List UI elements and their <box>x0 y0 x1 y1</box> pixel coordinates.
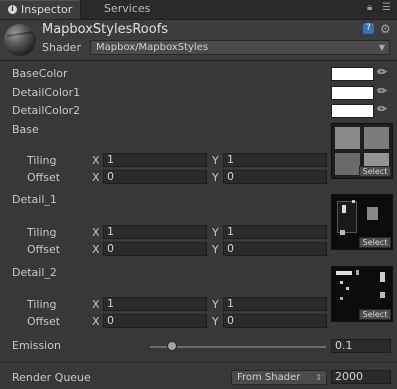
x-label: X <box>92 171 100 184</box>
texture-preview <box>380 272 385 282</box>
help-icon[interactable]: ? <box>363 23 374 34</box>
gear-icon[interactable]: ⚙ <box>380 22 391 36</box>
y-label: Y <box>212 298 219 311</box>
emission-label: Emission <box>12 339 61 352</box>
base-label: Base <box>12 123 39 136</box>
tab-services[interactable]: Services <box>96 0 158 19</box>
y-label: Y <box>212 154 219 167</box>
shader-value: Mapbox/MapboxStyles <box>96 42 209 53</box>
eyedropper-icon[interactable]: ✏ <box>377 84 387 98</box>
basecolor-label: BaseColor <box>12 67 68 80</box>
detail2-texture-slot[interactable]: Select <box>331 266 393 322</box>
emission-slider-thumb[interactable] <box>167 341 177 351</box>
detailcolor2-label: DetailColor2 <box>12 104 81 117</box>
tiling-label: Tiling <box>27 226 57 239</box>
tiling-label: Tiling <box>27 298 57 311</box>
detail2-tiling-x[interactable]: 1 <box>103 297 207 311</box>
y-label: Y <box>212 226 219 239</box>
shader-label: Shader <box>42 41 81 54</box>
lock-icon[interactable]: 🔒︎ <box>367 2 372 13</box>
base-tiling-x[interactable]: 1 <box>103 153 207 167</box>
base-texture-slot[interactable]: Select <box>331 123 393 179</box>
material-title: MapboxStylesRoofs <box>42 22 169 37</box>
render-queue-mode: From Shader <box>237 372 301 383</box>
detail1-texture-slot[interactable]: Select <box>331 194 393 250</box>
detail1-tiling-y[interactable]: 1 <box>223 225 327 239</box>
texture-preview <box>340 281 343 284</box>
detail2-label: Detail_2 <box>12 266 57 279</box>
select-button[interactable]: Select <box>359 237 391 248</box>
eyedropper-icon[interactable]: ✏ <box>377 65 387 79</box>
texture-preview <box>356 270 359 275</box>
divider <box>0 362 397 363</box>
select-button[interactable]: Select <box>359 166 391 177</box>
material-preview-icon <box>4 24 36 56</box>
info-icon: i <box>8 4 17 14</box>
tab-inspector[interactable]: i Inspector <box>0 0 82 19</box>
texture-preview <box>337 201 357 233</box>
detailcolor1-label: DetailColor1 <box>12 86 81 99</box>
tiling-label: Tiling <box>27 154 57 167</box>
detail1-offset-x[interactable]: 0 <box>103 242 207 256</box>
render-queue-label: Render Queue <box>12 371 91 384</box>
dropdown-arrow-icon: ▼ <box>378 43 385 52</box>
y-label: Y <box>212 315 219 328</box>
texture-preview <box>352 200 355 203</box>
basecolor-swatch[interactable] <box>331 67 374 81</box>
detailcolor2-swatch[interactable] <box>331 104 374 118</box>
texture-preview <box>364 127 389 149</box>
detail2-offset-x[interactable]: 0 <box>103 314 207 328</box>
x-label: X <box>92 226 100 239</box>
x-label: X <box>92 243 100 256</box>
offset-label: Offset <box>27 315 61 328</box>
x-label: X <box>92 315 100 328</box>
offset-label: Offset <box>27 243 61 256</box>
texture-preview <box>364 153 389 166</box>
detail2-tiling-y[interactable]: 1 <box>223 297 327 311</box>
detailcolor1-swatch[interactable] <box>331 86 374 100</box>
y-label: Y <box>212 243 219 256</box>
eyedropper-icon[interactable]: ✏ <box>377 102 387 116</box>
emission-value-field[interactable]: 0.1 <box>331 339 391 353</box>
render-queue-value-field[interactable]: 2000 <box>331 370 391 384</box>
detail1-label: Detail_1 <box>12 193 57 206</box>
x-label: X <box>92 298 100 311</box>
texture-preview <box>335 153 360 175</box>
base-tiling-y[interactable]: 1 <box>223 153 327 167</box>
dropdown-arrow-icon: ⇕ <box>315 373 322 382</box>
render-queue-dropdown[interactable]: From Shader ⇕ <box>231 370 327 385</box>
texture-preview <box>336 271 352 275</box>
menu-icon[interactable]: ☰ <box>382 2 391 13</box>
shader-dropdown[interactable]: Mapbox/MapboxStyles ▼ <box>90 40 390 55</box>
texture-preview <box>340 230 345 235</box>
x-label: X <box>92 154 100 167</box>
detail2-offset-y[interactable]: 0 <box>223 314 327 328</box>
texture-preview <box>335 127 360 149</box>
detail1-offset-y[interactable]: 0 <box>223 242 327 256</box>
texture-preview <box>346 287 349 290</box>
detail1-tiling-x[interactable]: 1 <box>103 225 207 239</box>
offset-label: Offset <box>27 171 61 184</box>
texture-preview <box>367 207 378 220</box>
select-button[interactable]: Select <box>359 309 391 320</box>
base-offset-x[interactable]: 0 <box>103 170 207 184</box>
base-offset-y[interactable]: 0 <box>223 170 327 184</box>
texture-preview <box>380 292 385 298</box>
y-label: Y <box>212 171 219 184</box>
texture-preview <box>342 205 346 213</box>
texture-preview <box>340 297 343 300</box>
